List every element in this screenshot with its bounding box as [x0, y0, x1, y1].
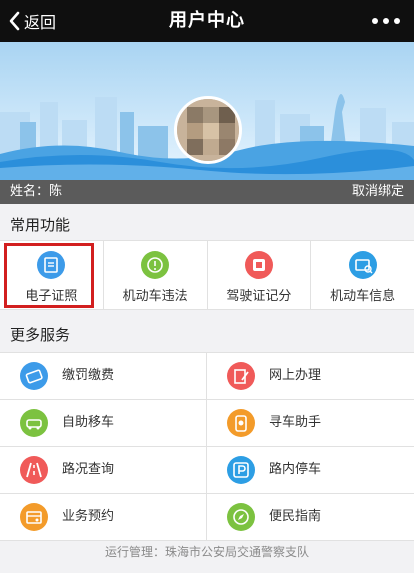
service-item-label: 自助移车	[62, 415, 115, 430]
common-item-id-card[interactable]: 电子证照	[0, 241, 104, 309]
common-item-vehicle-info[interactable]: 机动车信息	[311, 241, 414, 309]
user-name: 姓名：陈	[10, 184, 63, 199]
common-functions-grid: 电子证照 机动车违法 驾驶证记分 机动车信息	[0, 240, 414, 310]
id-card-icon	[37, 251, 66, 279]
more-dot-icon	[394, 18, 400, 24]
service-item-find-car[interactable]: 寻车助手	[207, 400, 414, 447]
compass-icon	[227, 503, 255, 531]
more-dot-icon	[372, 18, 378, 24]
service-item-label: 网上办理	[269, 368, 322, 383]
service-item-label: 寻车助手	[269, 415, 322, 430]
profile-info-bar: 姓名：陈 取消绑定	[0, 180, 414, 204]
common-item-label: 机动车信息	[330, 289, 396, 304]
appointment-icon	[20, 503, 48, 531]
find-car-icon	[227, 409, 255, 437]
service-item-label: 路况查询	[62, 462, 115, 477]
avatar[interactable]	[174, 96, 242, 164]
more-services-title: 更多服务	[10, 326, 71, 344]
service-item-label: 路内停车	[269, 462, 322, 477]
more-dot-icon	[383, 18, 389, 24]
more-options-button[interactable]	[372, 12, 400, 30]
move-car-icon	[20, 409, 48, 437]
vehicle-violation-icon	[141, 251, 170, 279]
top-bar: 返回 用户中心	[0, 0, 414, 42]
payment-card-icon	[20, 362, 48, 390]
online-handle-icon	[227, 362, 255, 390]
service-item-label: 业务预约	[62, 509, 115, 524]
service-item-guide[interactable]: 便民指南	[207, 494, 414, 541]
profile-banner	[0, 42, 414, 180]
common-functions-title: 常用功能	[10, 216, 71, 234]
unbind-button[interactable]: 取消绑定	[352, 180, 404, 204]
common-item-license-points[interactable]: 驾驶证记分	[208, 241, 312, 309]
vehicle-info-icon	[348, 251, 377, 279]
common-item-label: 电子证照	[25, 289, 78, 304]
service-item-label: 缴罚缴费	[62, 368, 115, 383]
service-item-move-car[interactable]: 自助移车	[0, 400, 207, 447]
common-item-label: 机动车违法	[122, 289, 188, 304]
service-item-payment[interactable]: 缴罚缴费	[0, 353, 207, 400]
service-item-online[interactable]: 网上办理	[207, 353, 414, 400]
parking-icon	[227, 456, 255, 484]
license-points-icon	[244, 251, 273, 279]
service-item-parking[interactable]: 路内停车	[207, 447, 414, 494]
page-title: 用户中心	[169, 10, 245, 31]
service-item-label: 便民指南	[269, 509, 322, 524]
road-condition-icon	[20, 456, 48, 484]
footer-text: 运行管理：珠海市公安局交通警察支队	[104, 545, 309, 559]
common-item-label: 驾驶证记分	[226, 289, 292, 304]
service-item-road-condition[interactable]: 路况查询	[0, 447, 207, 494]
service-item-appointment[interactable]: 业务预约	[0, 494, 207, 541]
more-services-grid: 缴罚缴费 网上办理 自助移车 寻车助手 路况查询 路内停车 业务预约 便民指南	[0, 352, 414, 541]
common-item-vehicle-violation[interactable]: 机动车违法	[104, 241, 208, 309]
